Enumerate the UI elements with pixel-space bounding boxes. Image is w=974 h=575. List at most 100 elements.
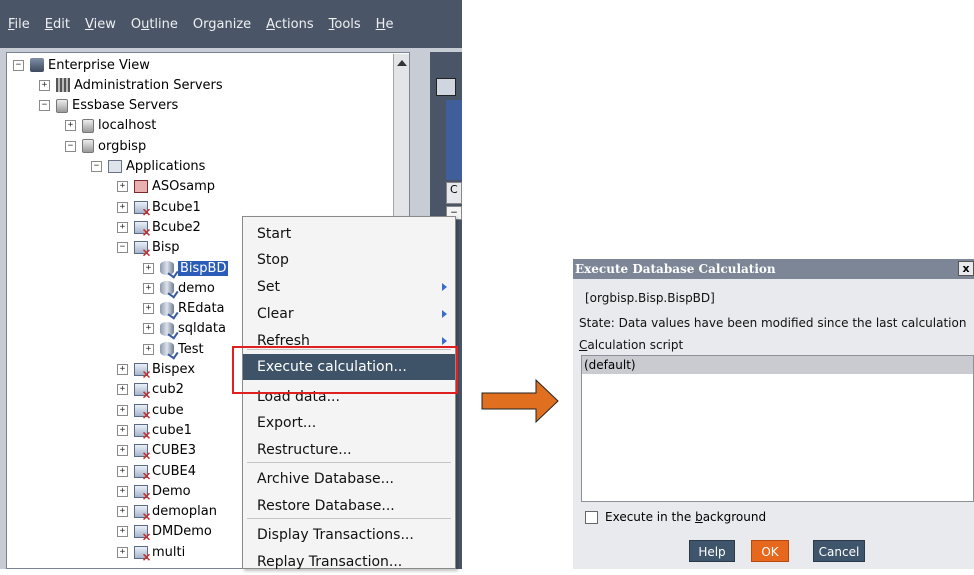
execute-background-option[interactable]: Execute in the background <box>585 510 766 524</box>
expand-icon[interactable]: + <box>117 526 128 538</box>
menu-item-label: Restructure... <box>257 442 352 458</box>
expand-icon[interactable]: + <box>117 221 128 233</box>
tree-node-orgbisp[interactable]: − orgbisp <box>65 136 146 156</box>
expand-icon[interactable]: + <box>39 79 50 91</box>
tree-node-label: demo <box>178 280 215 296</box>
tree-node-administration-servers[interactable]: + Administration Servers <box>39 75 223 95</box>
expand-icon[interactable]: + <box>143 323 154 335</box>
tree-node-label: ASOsamp <box>152 179 216 195</box>
menu-item-execute-calculation[interactable]: Execute calculation... <box>243 354 455 380</box>
application-icon <box>134 484 148 498</box>
expand-icon[interactable]: + <box>143 262 154 274</box>
panel-tab[interactable]: C <box>446 182 462 204</box>
calculation-script-list[interactable]: (default) <box>581 355 974 502</box>
submenu-arrow-icon <box>442 337 447 345</box>
tree-node-enterprise-view[interactable]: − Enterprise View <box>13 55 150 75</box>
collapse-icon[interactable]: − <box>117 242 128 254</box>
tree-node-dmdemo[interactable]: + DMDemo <box>117 522 212 542</box>
tree-node-bcube2[interactable]: + Bcube2 <box>117 217 201 237</box>
tree-node-demoplan[interactable]: + demoplan <box>117 502 217 522</box>
expand-icon[interactable]: + <box>143 282 154 294</box>
expand-icon[interactable]: + <box>117 485 128 497</box>
tree-node-redata[interactable]: + REdata <box>143 299 225 319</box>
tree-node-cube1[interactable]: + cube1 <box>117 420 192 440</box>
tree-node-essbase-servers[interactable]: − Essbase Servers <box>39 96 178 116</box>
tree-node-demo[interactable]: + demo <box>143 278 215 298</box>
menu-item-export[interactable]: Export... <box>243 410 455 436</box>
expand-icon[interactable]: + <box>117 465 128 477</box>
tree-node-bisp[interactable]: − Bisp <box>117 238 180 258</box>
menu-tools[interactable]: Tools <box>329 17 361 32</box>
script-list-item-default[interactable]: (default) <box>582 356 973 374</box>
menu-item-label: Clear <box>257 306 294 322</box>
menu-item-start[interactable]: Start <box>243 221 455 247</box>
database-icon <box>160 301 174 316</box>
tree-node-label: Bisp <box>152 240 180 256</box>
database-icon <box>160 281 174 296</box>
ok-button[interactable]: OK <box>751 540 789 562</box>
menu-item-restructure[interactable]: Restructure... <box>243 437 455 463</box>
tree-node-demo[interactable]: + Demo <box>117 481 191 501</box>
scroll-up-arrow-icon[interactable] <box>397 60 407 66</box>
expand-icon[interactable]: + <box>117 181 128 193</box>
expand-icon[interactable]: + <box>65 120 76 132</box>
tree-node-test[interactable]: + Test <box>143 339 204 359</box>
collapse-icon[interactable]: − <box>91 161 102 172</box>
menu-organize[interactable]: Organize <box>193 17 251 32</box>
menu-file[interactable]: File <box>8 17 30 32</box>
menu-help[interactable]: He <box>376 17 394 32</box>
tree-node-asosamp[interactable]: + ASOsamp <box>117 177 215 197</box>
expand-icon[interactable]: + <box>117 364 128 375</box>
tree-node-applications[interactable]: − Applications <box>91 157 205 177</box>
tree-node-multi[interactable]: + multi <box>117 542 185 562</box>
close-icon[interactable]: x <box>958 261 974 276</box>
help-button[interactable]: Help <box>689 540 735 562</box>
menu-view[interactable]: View <box>85 17 116 32</box>
tree-node-bispbd[interactable]: + BispBD <box>143 258 229 278</box>
tree-node-cube[interactable]: + cube <box>117 400 184 420</box>
expand-icon[interactable]: + <box>117 445 128 457</box>
application-icon <box>134 545 148 559</box>
menu-item-clear[interactable]: Clear <box>243 301 455 327</box>
menu-actions[interactable]: Actions <box>266 17 314 32</box>
tree-node-label: sqldata <box>178 321 226 337</box>
database-path: [orgbisp.Bisp.BispBD] <box>585 291 715 305</box>
tree-node-label: Bcube2 <box>152 219 201 235</box>
tree-node-bcube1[interactable]: + Bcube1 <box>117 197 201 217</box>
expand-icon[interactable]: + <box>117 506 128 518</box>
menu-item-refresh[interactable]: Refresh <box>243 328 455 354</box>
expand-icon[interactable]: + <box>117 404 128 416</box>
database-context-menu: Start Stop Set Clear Refresh Execute calculat… <box>242 216 456 570</box>
cancel-button[interactable]: Cancel <box>813 540 865 562</box>
tree-node-label: cub2 <box>152 382 184 398</box>
expand-icon[interactable]: + <box>117 424 128 436</box>
collapse-icon[interactable]: − <box>13 59 24 71</box>
tree-node-cube4[interactable]: + CUBE4 <box>117 461 196 481</box>
menu-item-stop[interactable]: Stop <box>243 247 455 273</box>
menu-item-set[interactable]: Set <box>243 274 455 300</box>
tree-node-label: cube1 <box>152 422 192 438</box>
expand-icon[interactable]: + <box>117 546 128 558</box>
menu-item-load-data[interactable]: Load data... <box>243 384 455 410</box>
menu-item-restore-database[interactable]: Restore Database... <box>243 493 455 519</box>
collapse-icon[interactable]: − <box>65 140 76 152</box>
expand-icon[interactable]: + <box>143 303 154 315</box>
tree-node-cube3[interactable]: + CUBE3 <box>117 441 196 461</box>
panel-window-icon[interactable] <box>436 78 456 96</box>
menu-edit[interactable]: Edit <box>45 17 70 32</box>
expand-icon[interactable]: + <box>117 384 128 396</box>
background-checkbox[interactable] <box>585 510 598 524</box>
expand-icon[interactable]: + <box>117 201 128 213</box>
menu-separator <box>247 518 451 519</box>
collapse-icon[interactable]: − <box>39 100 50 112</box>
tree-node-cub2[interactable]: + cub2 <box>117 380 184 400</box>
tree-node-sqldata[interactable]: + sqldata <box>143 319 226 339</box>
menu-outline[interactable]: Outline <box>131 17 178 32</box>
right-arrow-icon <box>480 378 560 424</box>
menu-item-archive-database[interactable]: Archive Database... <box>243 466 455 492</box>
menu-item-display-transactions[interactable]: Display Transactions... <box>243 522 455 548</box>
expand-icon[interactable]: + <box>143 343 154 355</box>
menu-item-replay-transaction[interactable]: Replay Transaction... <box>243 549 455 575</box>
tree-node-localhost[interactable]: + localhost <box>65 116 156 136</box>
tree-node-bispex[interactable]: + Bispex <box>117 360 195 380</box>
